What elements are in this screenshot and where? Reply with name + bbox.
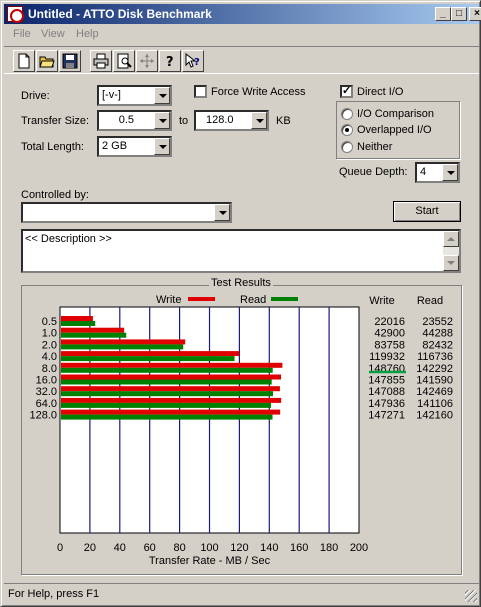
- write-value: 22016: [374, 316, 405, 328]
- status-bar: For Help, press F1: [4, 583, 479, 604]
- resize-grip[interactable]: [465, 590, 477, 602]
- write-value: 83758: [374, 339, 405, 351]
- x-tick-label: 180: [320, 542, 338, 554]
- write-bar: [61, 327, 125, 333]
- x-tick-label: 200: [350, 542, 368, 554]
- read-bar: [61, 321, 96, 326]
- read-bar: [61, 356, 235, 362]
- category-label: 4.0: [42, 351, 57, 363]
- read-value: 141590: [416, 375, 453, 387]
- x-tick-label: 40: [114, 542, 126, 554]
- read-value: 44288: [422, 328, 453, 340]
- write-column-header: Write: [369, 295, 394, 307]
- category-label: 128.0: [29, 410, 57, 422]
- read-bar: [61, 379, 272, 385]
- write-bar: [61, 409, 281, 415]
- write-bar: [61, 386, 280, 392]
- x-tick-label: 100: [200, 542, 218, 554]
- write-value: 147855: [368, 375, 405, 387]
- write-bar: [61, 397, 282, 403]
- category-label: 8.0: [42, 363, 57, 375]
- x-tick-label: 60: [144, 542, 156, 554]
- write-value: 119932: [369, 351, 405, 363]
- x-axis-label: Transfer Rate - MB / Sec: [149, 555, 271, 567]
- app-window: Untitled - ATTO Disk Benchmark _ □ × Fil…: [0, 0, 481, 607]
- read-value: 141106: [417, 398, 453, 410]
- category-label: 0.5: [42, 316, 57, 328]
- x-tick-label: 80: [173, 542, 185, 554]
- x-tick-label: 120: [230, 542, 248, 554]
- read-value: 142292: [416, 363, 453, 375]
- legend-write-label: Write: [156, 294, 181, 306]
- write-value: 147936: [368, 398, 405, 410]
- write-bar: [61, 351, 240, 357]
- read-bar: [61, 332, 127, 338]
- read-bar: [61, 367, 273, 373]
- legend-read-label: Read: [240, 294, 266, 306]
- write-bar: [61, 362, 283, 368]
- transfer-rate-chart: 0 20 40 60 80 100 120 140 160 180 200 Transfer Rate…: [29, 294, 453, 567]
- write-value: 42900: [374, 328, 405, 340]
- read-bar: [61, 391, 273, 397]
- read-bar: [61, 414, 273, 420]
- read-value: 116736: [417, 351, 453, 363]
- legend-read-swatch: [271, 297, 298, 301]
- write-bar: [61, 339, 186, 345]
- read-bar: [61, 344, 184, 350]
- x-tick-label: 140: [260, 542, 278, 554]
- category-label: 16.0: [36, 375, 57, 387]
- write-value: 147271: [368, 410, 405, 422]
- category-label: 2.0: [42, 339, 57, 351]
- read-value: 82432: [422, 339, 453, 351]
- legend-write-swatch: [188, 297, 215, 301]
- write-bar: [61, 316, 93, 321]
- write-bar: [61, 374, 282, 380]
- x-tick-label: 0: [57, 542, 63, 554]
- write-value: 147088: [368, 386, 405, 398]
- read-column-header: Read: [417, 295, 443, 307]
- status-text: For Help, press F1: [8, 588, 100, 600]
- read-bar: [61, 402, 271, 408]
- read-value: 142469: [416, 386, 453, 398]
- read-value: 23552: [422, 316, 453, 328]
- read-value: 142160: [416, 410, 453, 422]
- category-label: 64.0: [36, 398, 57, 410]
- category-label: 32.0: [36, 386, 57, 398]
- category-label: 1.0: [42, 328, 57, 340]
- x-tick-label: 160: [290, 542, 308, 554]
- x-tick-label: 20: [84, 542, 96, 554]
